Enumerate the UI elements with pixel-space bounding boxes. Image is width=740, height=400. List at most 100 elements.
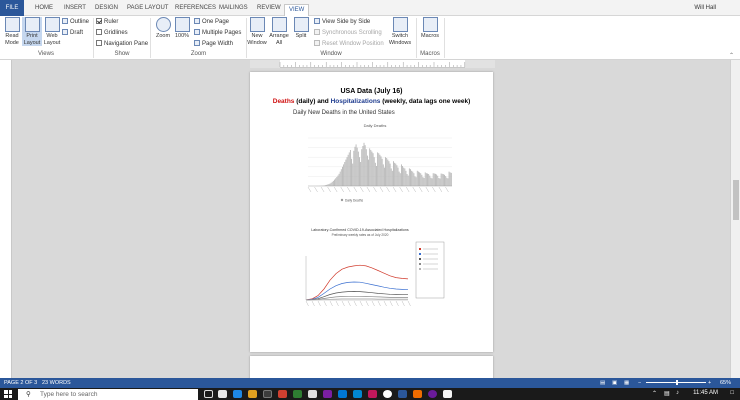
folder-icon[interactable] bbox=[248, 390, 257, 398]
bar bbox=[387, 159, 389, 186]
horizontal-ruler[interactable] bbox=[250, 60, 495, 68]
office-icon[interactable] bbox=[278, 390, 287, 398]
checkbox-icon bbox=[96, 40, 102, 46]
page-count[interactable]: PAGE 2 OF 3 bbox=[4, 380, 37, 386]
one-page-button[interactable]: One Page bbox=[194, 18, 229, 27]
tab-references[interactable]: REFERENCES bbox=[175, 3, 216, 15]
daily-deaths-chart[interactable]: Daily Deaths Daily Deaths bbox=[290, 120, 460, 206]
bar bbox=[416, 170, 418, 186]
bar bbox=[382, 164, 384, 186]
bar bbox=[412, 171, 414, 186]
zoom-button[interactable]: Zoom bbox=[153, 17, 173, 40]
bar bbox=[351, 158, 352, 186]
bar bbox=[346, 157, 348, 186]
split-button[interactable]: Split bbox=[291, 17, 311, 40]
document-area[interactable]: USA Data (July 16) Deaths (daily) and Ho… bbox=[0, 60, 740, 386]
page-width-button[interactable]: Page Width bbox=[194, 40, 233, 49]
synchronous-scrolling-button[interactable]: Synchronous Scrolling bbox=[314, 29, 382, 38]
file-explorer-icon[interactable] bbox=[218, 390, 227, 398]
tray-chevron-icon[interactable]: ⌃ bbox=[652, 390, 657, 397]
web-layout-button[interactable]: Web Layout bbox=[42, 17, 62, 46]
bar bbox=[378, 153, 380, 186]
document-page[interactable]: USA Data (July 16) Deaths (daily) and Ho… bbox=[250, 72, 493, 352]
tab-insert[interactable]: INSERT bbox=[64, 3, 86, 15]
app-icon[interactable] bbox=[308, 390, 317, 398]
zoom-slider-thumb[interactable] bbox=[676, 380, 678, 385]
read-mode-button[interactable]: Read Mode bbox=[2, 17, 22, 46]
arrange-all-button[interactable]: Arrange All bbox=[268, 17, 290, 46]
tab-file[interactable]: FILE bbox=[0, 0, 24, 16]
bar bbox=[441, 173, 443, 186]
network-icon[interactable]: ▤ bbox=[664, 390, 670, 397]
store-icon[interactable] bbox=[263, 390, 272, 398]
tab-design[interactable]: DESIGN bbox=[95, 3, 118, 15]
taskbar-search-input[interactable]: ⚲ Type here to search bbox=[18, 389, 198, 400]
bar bbox=[421, 174, 423, 186]
collapse-ribbon-icon[interactable]: ⌃ bbox=[729, 52, 734, 59]
vertical-scrollbar[interactable] bbox=[730, 60, 740, 378]
chrome-icon[interactable] bbox=[383, 390, 392, 398]
new-window-button[interactable]: New Window bbox=[247, 17, 267, 46]
notifications-icon[interactable]: □ bbox=[730, 390, 734, 396]
app-icon[interactable] bbox=[368, 390, 377, 398]
edge-icon[interactable] bbox=[233, 390, 242, 398]
x-tick-label bbox=[366, 186, 371, 193]
bar bbox=[450, 172, 452, 186]
tab-page-layout[interactable]: PAGE LAYOUT bbox=[127, 3, 168, 15]
zoom-100-button[interactable]: 100% bbox=[172, 17, 192, 40]
app-icon[interactable] bbox=[413, 390, 422, 398]
bar bbox=[410, 169, 411, 186]
volume-icon[interactable]: ♪ bbox=[676, 390, 679, 396]
app-icon[interactable] bbox=[353, 390, 362, 398]
tab-view[interactable]: VIEW bbox=[284, 4, 310, 16]
navigation-pane-checkbox[interactable]: Navigation Pane bbox=[96, 40, 148, 49]
print-layout-icon[interactable]: ▣ bbox=[612, 380, 617, 386]
taskbar-clock[interactable]: 11:45 AM bbox=[693, 390, 718, 396]
windows-taskbar: ⚲ Type here to search ⌃ ▤ ♪ 11:45 AM □ bbox=[0, 388, 740, 400]
word-count[interactable]: 23 WORDS bbox=[42, 380, 71, 386]
gridlines-checkbox[interactable]: Gridlines bbox=[96, 29, 128, 38]
bar bbox=[400, 164, 402, 186]
ribbon-view: Read Mode Print Layout Web Layout Outlin… bbox=[0, 16, 740, 60]
web-layout-icon[interactable]: ▦ bbox=[624, 380, 629, 386]
tab-home[interactable]: HOME bbox=[35, 3, 53, 15]
tab-mailings[interactable]: MAILINGS bbox=[219, 3, 248, 15]
read-mode-icon[interactable]: ▤ bbox=[600, 380, 605, 386]
task-view-icon[interactable] bbox=[204, 390, 213, 398]
zoom-out-icon[interactable]: − bbox=[638, 380, 641, 386]
zoom-level[interactable]: 65% bbox=[720, 380, 731, 386]
one-page-icon bbox=[194, 18, 200, 24]
vertical-ruler[interactable] bbox=[0, 60, 12, 378]
app-icon[interactable] bbox=[428, 390, 437, 398]
app-icon[interactable] bbox=[323, 390, 332, 398]
zoom-in-icon[interactable]: + bbox=[708, 380, 711, 386]
tab-review[interactable]: REVIEW bbox=[257, 3, 281, 15]
bar bbox=[405, 170, 407, 186]
bar bbox=[361, 149, 363, 186]
user-name[interactable]: Will Hall bbox=[694, 5, 716, 11]
switch-windows-button[interactable]: Switch Windows bbox=[387, 17, 413, 46]
app-icon[interactable] bbox=[293, 390, 302, 398]
scrollbar-thumb[interactable] bbox=[733, 180, 739, 220]
hospitalizations-chart[interactable]: Laboratory-Confirmed COVID-19-Associated… bbox=[290, 226, 460, 316]
word-icon[interactable] bbox=[398, 390, 407, 398]
outlook-icon[interactable] bbox=[338, 390, 347, 398]
x-tick-label bbox=[311, 300, 315, 307]
draft-button[interactable]: Draft bbox=[62, 29, 83, 38]
search-icon: ⚲ bbox=[26, 391, 31, 398]
ruler-ticks bbox=[250, 60, 495, 68]
macros-button[interactable]: Macros bbox=[419, 17, 441, 40]
bar bbox=[362, 146, 364, 186]
x-tick-label bbox=[399, 186, 403, 193]
bar bbox=[337, 175, 339, 186]
bar bbox=[370, 150, 372, 186]
x-tick-label bbox=[407, 300, 411, 307]
outline-button[interactable]: Outline bbox=[62, 18, 89, 27]
ruler-checkbox[interactable]: Ruler bbox=[96, 18, 118, 27]
view-side-by-side-button[interactable]: View Side by Side bbox=[314, 18, 370, 27]
multiple-pages-button[interactable]: Multiple Pages bbox=[194, 29, 241, 38]
windows-start-icon[interactable] bbox=[4, 390, 12, 398]
print-layout-button[interactable]: Print Layout bbox=[22, 17, 42, 46]
app-icon[interactable] bbox=[443, 390, 452, 398]
reset-window-position-button[interactable]: Reset Window Position bbox=[314, 40, 384, 49]
